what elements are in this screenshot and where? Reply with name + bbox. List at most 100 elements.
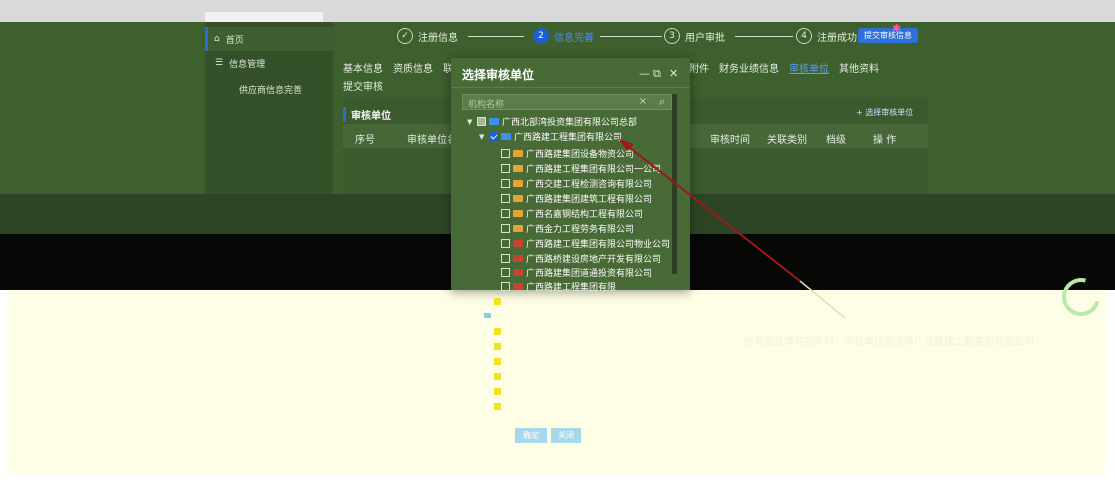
node-checkbox[interactable] (489, 132, 498, 141)
step-register-info: ✓ 注册信息 (397, 27, 458, 45)
tree-node[interactable]: 广西路桥建设房地产开发有限公司 (501, 251, 661, 266)
dialog-header: 选择审核单位 — ⧉ ✕ (451, 58, 690, 88)
folder-icon (513, 269, 523, 276)
tab-review-unit[interactable]: 审核单位 (789, 60, 829, 75)
sidebar-item-home[interactable]: ⌂ 首页 (205, 27, 333, 51)
close-icon[interactable]: ✕ (669, 67, 678, 80)
sidebar-item-info-management[interactable]: ☰ 信息管理 (205, 51, 333, 75)
folder-icon (513, 210, 523, 217)
node-checkbox[interactable] (501, 224, 510, 233)
step-number: 3 (664, 28, 680, 44)
folder-icon (513, 150, 523, 157)
column-header: 关联类别 (767, 135, 807, 146)
tree-node[interactable]: ▼ 广西路建工程集团有限公司 (479, 129, 622, 144)
tree-node[interactable]: ▼ 广西北部湾投资集团有限公司总部 (467, 114, 637, 129)
node-checkbox[interactable] (494, 343, 501, 350)
node-label: 广西路建工程集团有限公司一公司 (526, 165, 662, 175)
node-checkbox[interactable] (494, 298, 501, 305)
node-checkbox[interactable] (494, 328, 501, 335)
tree-scrollbar[interactable] (672, 94, 677, 274)
step-register-success: 4 注册成功 (796, 27, 857, 45)
node-checkbox[interactable] (494, 403, 501, 410)
tree-node[interactable]: 广西路建工程集团有限公司物业公司 (501, 236, 670, 251)
node-checkbox[interactable] (484, 313, 491, 318)
step-info-complete: 2 信息完善 (533, 27, 594, 45)
node-checkbox[interactable] (501, 179, 510, 188)
tab-attachments[interactable]: 附件 (689, 60, 709, 75)
node-checkbox[interactable] (501, 239, 510, 248)
node-checkbox[interactable] (494, 373, 501, 380)
notification-icon[interactable]: ✱ (892, 22, 901, 35)
node-label: 广西路建工程集团有限公司物业公司 (526, 240, 671, 250)
folder-icon (513, 180, 523, 187)
clear-icon[interactable]: × (639, 96, 647, 107)
node-label: 广西路建集团建筑工程有限公司 (526, 195, 653, 205)
folder-icon (513, 165, 523, 172)
folder-icon (489, 118, 499, 125)
search-icon[interactable]: ⌕ (659, 95, 665, 109)
node-checkbox[interactable] (501, 149, 510, 158)
step-label: 注册成功 (817, 32, 857, 44)
tab-submit-review[interactable]: 提交审核 (343, 78, 383, 93)
tab-finance[interactable]: 财务业绩信息 (719, 60, 779, 75)
tree-node[interactable]: 广西金力工程劳务有限公司 (501, 221, 634, 236)
top-bar (0, 0, 1115, 22)
dialog-title: 选择审核单位 (462, 68, 535, 82)
folder-icon (513, 283, 523, 290)
tree-node[interactable]: 广西路建工程集团有限 (501, 279, 616, 294)
column-header: 档级 (826, 135, 846, 146)
tree-node[interactable]: 广西交建工程检测咨询有限公司 (501, 176, 652, 191)
folder-icon (513, 195, 523, 202)
step-label: 用户审批 (685, 32, 725, 44)
node-checkbox[interactable] (494, 388, 501, 395)
folder-icon (513, 225, 523, 232)
home-icon: ⌂ (214, 34, 220, 44)
column-header: 操 作 (873, 135, 897, 146)
tab-bar-left: 基本信息 资质信息 联 (343, 60, 453, 75)
sidebar-item-supplier-info[interactable]: 供应商信息完善 (205, 77, 333, 101)
step-connector (600, 36, 662, 37)
caret-down-icon[interactable]: ▼ (479, 133, 489, 141)
maximize-icon[interactable]: ⧉ (653, 67, 661, 81)
node-checkbox[interactable] (501, 209, 510, 218)
database-icon: ☰ (215, 58, 224, 68)
step-number: 4 (796, 28, 812, 44)
tab-other[interactable]: 其他资料 (839, 60, 879, 75)
node-label: 广西名嘉钢结构工程有限公司 (526, 210, 644, 220)
submit-review-button[interactable]: 提交审核信息 (858, 28, 918, 43)
node-checkbox[interactable] (501, 194, 510, 203)
step-connector (735, 36, 793, 37)
node-checkbox[interactable] (494, 358, 501, 365)
folder-icon (501, 133, 511, 140)
minimize-icon[interactable]: — (639, 67, 650, 80)
node-checkbox[interactable] (477, 117, 486, 126)
node-label: 广西路桥建设房地产开发有限公司 (526, 255, 662, 265)
close-button[interactable]: 关闭 (551, 428, 581, 443)
node-checkbox[interactable] (501, 268, 510, 277)
sidebar: ⌂ 首页 ☰ 信息管理 供应商信息完善 (205, 22, 333, 194)
node-checkbox[interactable] (501, 282, 510, 291)
org-search-input[interactable]: 机构名称 × ⌕ (462, 94, 672, 110)
check-icon: ✓ (397, 28, 413, 44)
tab-bar-right: 附件 财务业绩信息 审核单位 其他资料 (689, 60, 879, 75)
node-label: 广西路建工程集团有限公司 (514, 133, 623, 143)
tree-node[interactable]: 广西路建集团设备物资公司 (501, 146, 634, 161)
node-checkbox[interactable] (501, 254, 510, 263)
tab-basic-info[interactable]: 基本信息 (343, 60, 383, 75)
column-header: 序号 (355, 135, 375, 146)
node-checkbox[interactable] (501, 164, 510, 173)
add-review-unit-button[interactable]: + 选择审核单位 (856, 107, 913, 118)
tree-node[interactable]: 广西路建集团道通投资有限公司 (501, 265, 652, 280)
folder-icon (513, 255, 523, 262)
tree-node[interactable]: 广西路建集团建筑工程有限公司 (501, 191, 652, 206)
tree-node[interactable]: 广西名嘉钢结构工程有限公司 (501, 206, 643, 221)
node-label: 广西金力工程劳务有限公司 (526, 225, 635, 235)
node-label: 广西路建集团设备物资公司 (526, 150, 635, 160)
tab-qualification[interactable]: 资质信息 (393, 60, 433, 75)
panel-title: 审核单位 (343, 107, 391, 122)
tree-node[interactable]: 广西路建工程集团有限公司一公司 (501, 161, 661, 176)
step-number: 2 (533, 28, 549, 44)
caret-down-icon[interactable]: ▼ (467, 118, 477, 126)
annotation-tip: 所有信息填写完毕时，审核单位请选择广西路建工程集团有限公司 (744, 337, 1034, 348)
confirm-button[interactable]: 确定 (515, 428, 547, 443)
